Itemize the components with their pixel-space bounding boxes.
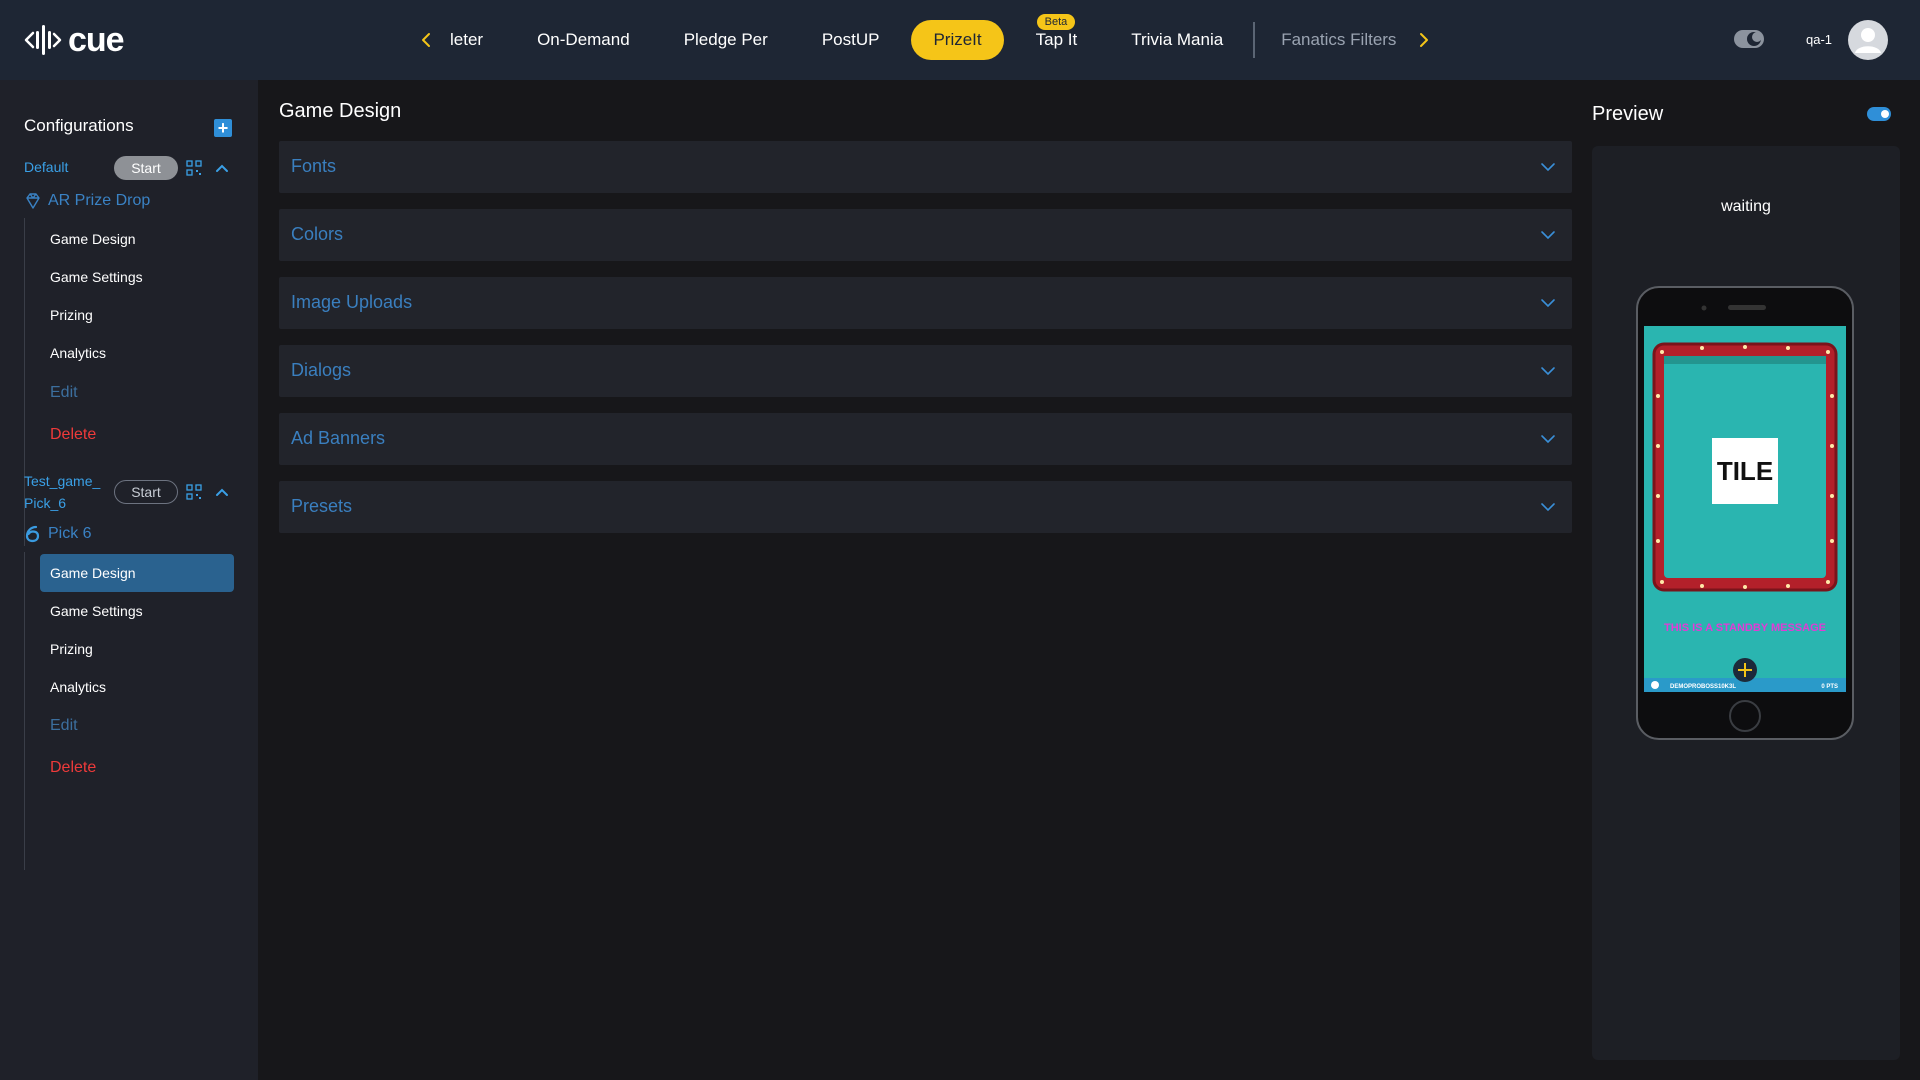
chevron-down-icon — [1541, 231, 1555, 240]
tab-fanatics-filters[interactable]: Fanatics Filters — [1259, 20, 1418, 60]
delete-config-default[interactable]: Delete — [40, 416, 234, 454]
section-dialogs[interactable]: Dialogs — [279, 345, 1572, 397]
preview-toggle[interactable] — [1867, 107, 1891, 121]
top-bar: cue leter On-Demand Pledge Per PostUP Pr… — [0, 0, 1920, 80]
chevron-down-icon — [1541, 367, 1555, 376]
chevron-down-icon — [1541, 503, 1555, 512]
theme-toggle-icon[interactable] — [1734, 30, 1764, 48]
user-icon — [1855, 28, 1881, 53]
tab-leter[interactable]: leter — [426, 20, 505, 60]
tab-on-demand[interactable]: On-Demand — [515, 20, 652, 60]
user-name: qa-1 — [1806, 32, 1833, 47]
section-image-uploads[interactable]: Image Uploads — [279, 277, 1572, 329]
game-type-pick-6: Pick 6 — [24, 523, 92, 545]
tab-trivia-mania[interactable]: Trivia Mania — [1109, 20, 1245, 60]
qr-code-icon[interactable] — [186, 484, 202, 500]
section-presets[interactable]: Presets — [279, 481, 1572, 533]
beta-badge: Beta — [1036, 14, 1076, 30]
tab-postup[interactable]: PostUP — [800, 20, 902, 60]
logo-text: cue — [68, 21, 125, 59]
menu-game-design-default[interactable]: Game Design — [40, 220, 234, 258]
game-type-ar-prize-drop: AR Prize Drop — [24, 190, 150, 212]
delete-config-pick-6[interactable]: Delete — [40, 749, 234, 787]
pick-six-icon — [25, 525, 40, 543]
cue-logo[interactable]: cue — [24, 21, 125, 59]
tile-text: TILE — [1717, 456, 1773, 486]
tab-prizeit[interactable]: PrizeIt — [911, 20, 1004, 60]
preview-status: waiting — [1721, 198, 1771, 215]
phone-preview: TILE THIS IS A STANDBY MESSAGE DEMOPROBO… — [1636, 286, 1854, 740]
diamond-pin-icon — [26, 193, 40, 209]
game-tabs: leter On-Demand Pledge Per PostUP PrizeI… — [426, 14, 1428, 60]
preview-panel: waiting TILE THIS IS A STANDBY MESSAGE D… — [1592, 146, 1900, 1060]
footer-points: 0 PTS — [1821, 684, 1838, 690]
menu-analytics-pick-6[interactable]: Analytics — [40, 668, 234, 706]
chevron-down-icon — [1541, 299, 1555, 308]
menu-prizing-pick-6[interactable]: Prizing — [40, 630, 234, 668]
nav-next-button[interactable] — [1410, 26, 1438, 54]
menu-game-design-pick-6[interactable]: Game Design — [40, 554, 234, 592]
footer-player-name: DEMOPROBOSS10K3L — [1670, 684, 1736, 690]
add-configuration-button[interactable]: + — [214, 119, 232, 137]
tree-line — [24, 552, 25, 870]
user-avatar[interactable] — [1848, 20, 1888, 60]
menu-analytics-default[interactable]: Analytics — [40, 334, 234, 372]
tab-pledge-per[interactable]: Pledge Per — [662, 20, 790, 60]
config-name-test-game-pick-6[interactable]: Test_game_ Pick_6 — [24, 470, 100, 514]
nav-divider — [1253, 22, 1256, 58]
chevron-right-icon — [1420, 33, 1428, 47]
plus-icon: + — [217, 118, 229, 138]
edit-config-default[interactable]: Edit — [40, 374, 234, 412]
collapse-config-pick-6[interactable] — [214, 484, 230, 500]
phone-home-button — [1729, 700, 1761, 732]
start-button-test-game-pick-6[interactable]: Start — [114, 480, 178, 504]
chevron-down-icon — [1541, 435, 1555, 444]
section-fonts[interactable]: Fonts — [279, 141, 1572, 193]
preview-title: Preview — [1592, 103, 1664, 125]
standby-message: THIS IS A STANDBY MESSAGE — [1664, 622, 1826, 634]
tab-tap-it[interactable]: Beta Tap It — [1014, 14, 1100, 60]
config-name-default[interactable]: Default — [24, 156, 68, 178]
menu-game-settings-default[interactable]: Game Settings — [40, 258, 234, 296]
sidebar-title: Configurations — [24, 116, 134, 135]
sound-wave-icon — [24, 25, 62, 55]
edit-config-pick-6[interactable]: Edit — [40, 707, 234, 745]
configurations-sidebar: Configurations + Default Start AR Prize … — [0, 80, 258, 1080]
collapse-config-default[interactable] — [214, 160, 230, 176]
chevron-down-icon — [1541, 163, 1555, 172]
start-button-default[interactable]: Start — [114, 156, 178, 180]
qr-code-icon[interactable] — [186, 160, 202, 176]
menu-game-settings-pick-6[interactable]: Game Settings — [40, 592, 234, 630]
page-title: Game Design — [279, 100, 402, 122]
section-ad-banners[interactable]: Ad Banners — [279, 413, 1572, 465]
menu-prizing-default[interactable]: Prizing — [40, 296, 234, 334]
add-pick-icon — [1733, 658, 1757, 682]
section-colors[interactable]: Colors — [279, 209, 1572, 261]
